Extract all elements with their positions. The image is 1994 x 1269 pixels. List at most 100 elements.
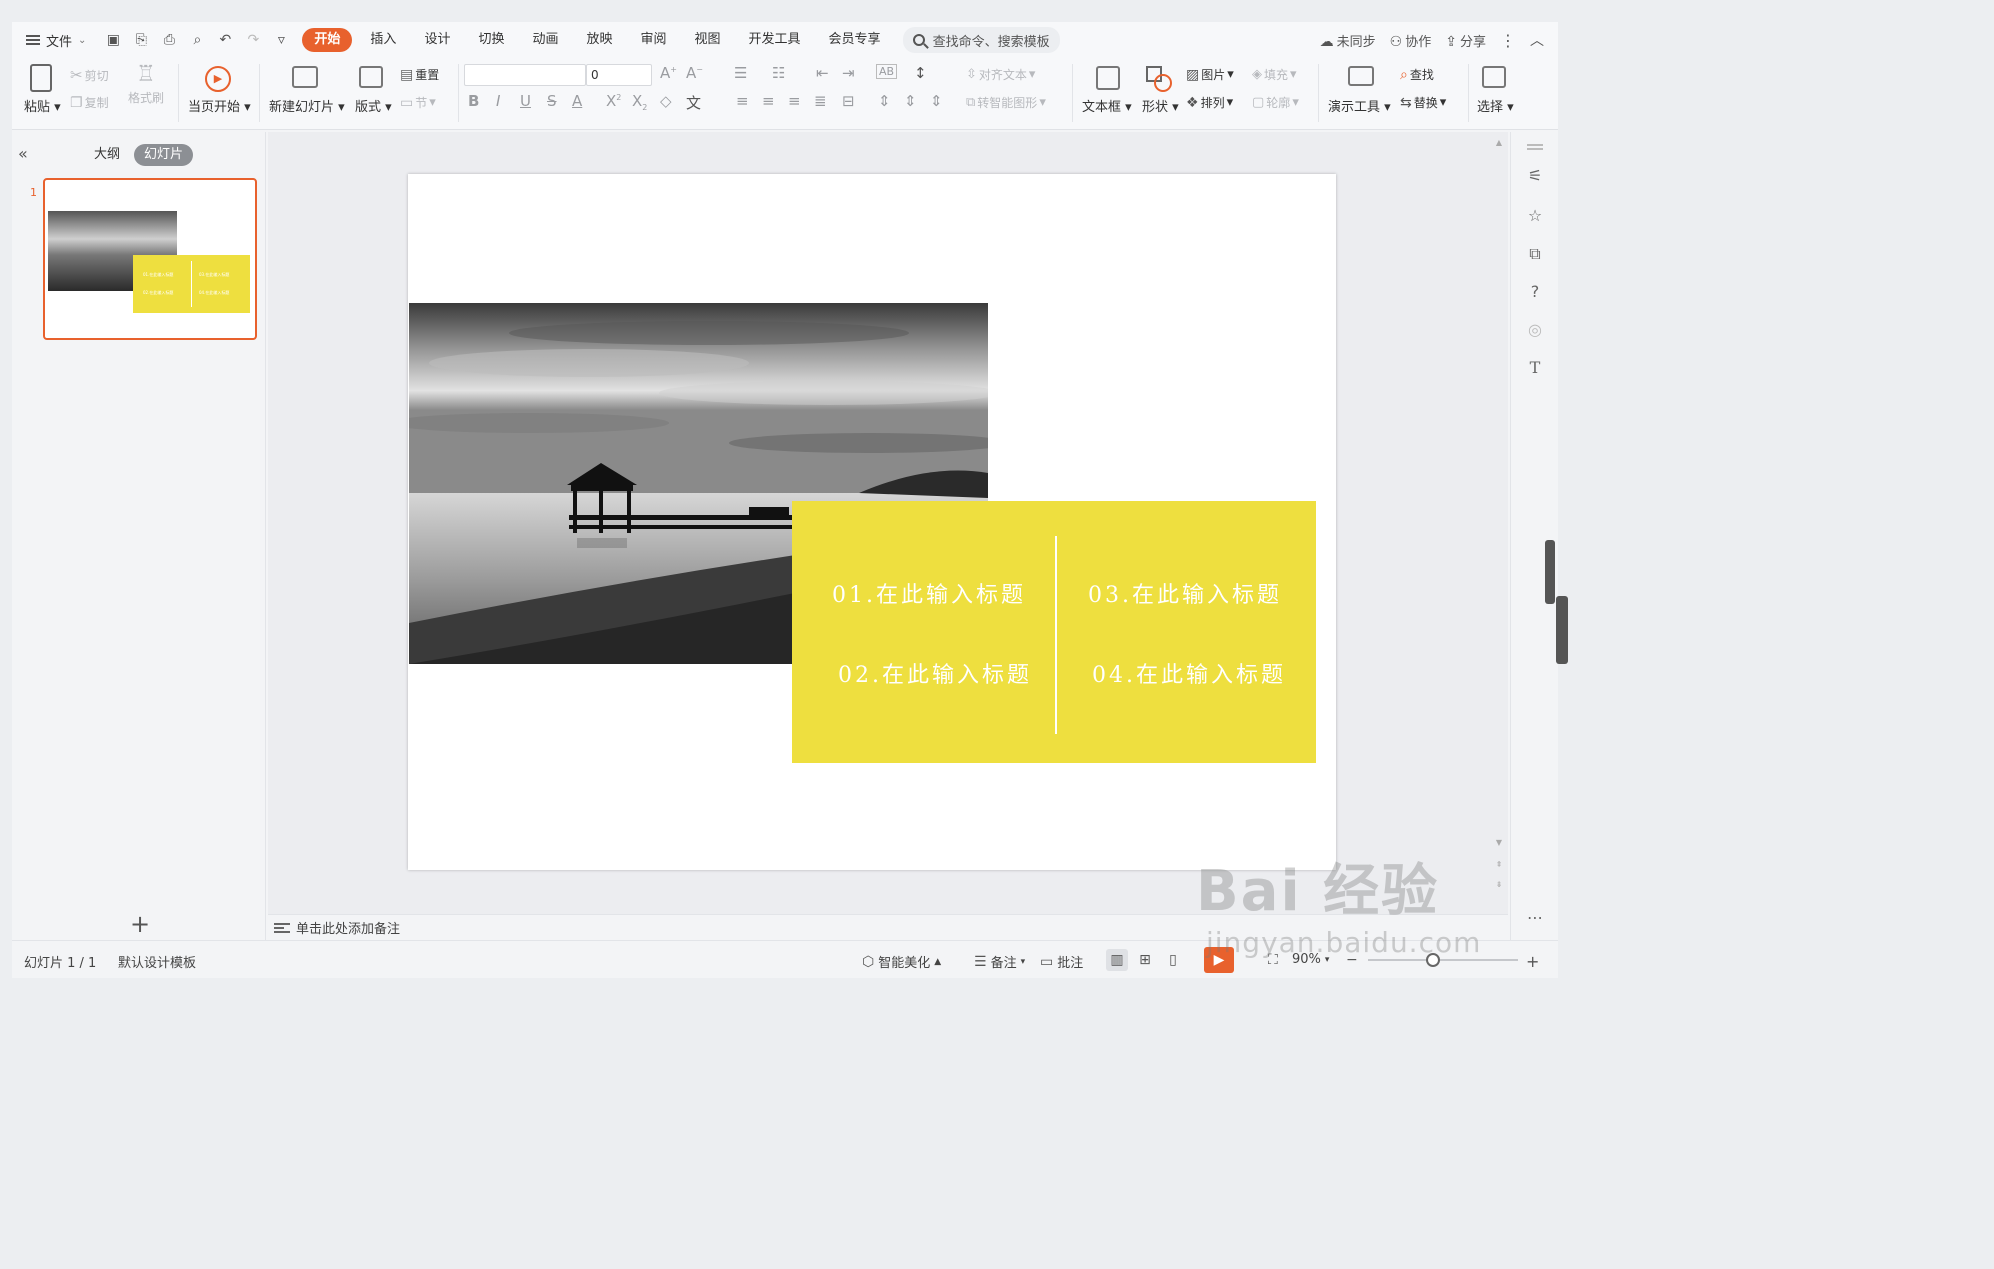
font-family-combo[interactable] — [464, 64, 586, 86]
section-button[interactable]: ▭ 节 ▾ — [400, 94, 436, 111]
file-menu[interactable]: 文件 ⌄ — [26, 31, 86, 50]
layout-icon[interactable] — [359, 66, 383, 88]
tab-home[interactable]: 开始 — [302, 28, 353, 52]
star-icon[interactable]: ☆ — [1525, 206, 1545, 225]
presenter-tools-button[interactable]: 演示工具 ▾ — [1328, 96, 1391, 115]
align-center-icon[interactable]: ≡ — [762, 92, 775, 110]
collapse-ribbon-icon[interactable]: ︿ — [1530, 30, 1544, 50]
tab-design[interactable]: 设计 — [410, 28, 464, 52]
slide[interactable]: 01.在此输入标题 02.在此输入标题 03.在此输入标题 04.在此输入标题 — [408, 174, 1336, 870]
zoom-in-icon[interactable]: + — [1526, 952, 1539, 971]
select-button[interactable]: 选择 ▾ — [1477, 96, 1514, 115]
paragraph-spacing-icon[interactable]: ⇕ — [904, 92, 917, 110]
normal-view-icon[interactable]: ▥ — [1106, 949, 1128, 971]
tab-review[interactable]: 审阅 — [627, 28, 681, 52]
text-icon[interactable]: T — [1525, 358, 1545, 377]
align-text-button[interactable]: ⇳ 对齐文本 ▾ — [966, 66, 1035, 83]
arrange-button[interactable]: ❖ 排列 ▾ — [1186, 94, 1233, 111]
agenda-title-4[interactable]: 04.在此输入标题 — [1092, 657, 1286, 689]
tab-developer[interactable]: 开发工具 — [735, 28, 815, 52]
customize-icon[interactable]: ▿ — [272, 32, 290, 48]
play-from-current-button[interactable]: 当页开始 ▾ — [188, 96, 251, 115]
tab-animations[interactable]: 动画 — [518, 28, 572, 52]
agenda-title-2[interactable]: 02.在此输入标题 — [838, 657, 1032, 689]
save-icon[interactable]: ▣ — [104, 32, 122, 48]
paste-icon[interactable] — [30, 64, 52, 92]
reset-button[interactable]: ▤ 重置 — [400, 66, 439, 83]
convert-smartart-button[interactable]: ⧉ 转智能图形 ▾ — [966, 94, 1046, 111]
edge-scroll-handle[interactable] — [1556, 596, 1568, 664]
help-icon[interactable]: ? — [1525, 282, 1545, 301]
agenda-title-3[interactable]: 03.在此输入标题 — [1088, 577, 1282, 609]
shape-icon[interactable] — [1146, 64, 1174, 92]
increase-indent-icon[interactable]: ⇥ — [842, 64, 855, 82]
align-left-icon[interactable]: ≡ — [736, 92, 749, 110]
new-slide-icon[interactable] — [292, 66, 318, 88]
play-icon[interactable]: ▶ — [205, 66, 231, 92]
collaborate-button[interactable]: ⚇ 协作 — [1390, 31, 1432, 50]
select-icon[interactable] — [1482, 66, 1506, 88]
grow-font-icon[interactable]: A+ — [660, 64, 677, 82]
font-size-combo[interactable]: 0 — [586, 64, 652, 86]
align-right-icon[interactable]: ≡ — [788, 92, 801, 110]
decrease-indent-icon[interactable]: ⇤ — [816, 64, 829, 82]
columns-icon[interactable]: ⇕ — [930, 92, 943, 110]
scroll-down-icon[interactable]: ▼ — [1494, 838, 1504, 847]
undo-icon[interactable]: ↶ — [216, 32, 234, 48]
collapse-panel-icon[interactable]: « — [18, 144, 28, 163]
more-horizontal-icon[interactable]: ⋯ — [1525, 908, 1545, 927]
find-button[interactable]: ⌕ 查找 — [1400, 66, 1434, 83]
agenda-title-1[interactable]: 01.在此输入标题 — [832, 577, 1026, 609]
scroll-up-icon[interactable]: ▲ — [1494, 138, 1504, 147]
textbox-button[interactable]: 文本框 ▾ — [1082, 96, 1132, 115]
picture-button[interactable]: ▨ 图片 ▾ — [1186, 66, 1234, 83]
prev-slide-icon[interactable]: ⇞ — [1494, 860, 1504, 869]
lightbulb-icon[interactable]: ◎ — [1525, 320, 1545, 339]
edge-scroll-handle[interactable] — [1545, 540, 1555, 604]
tab-insert[interactable]: 插入 — [356, 28, 410, 52]
output-pdf-icon[interactable]: ⎘ — [132, 32, 150, 48]
text-direction-icon[interactable]: AB — [876, 64, 898, 79]
more-vertical-icon[interactable]: ⋮ — [1500, 31, 1516, 50]
zoom-slider[interactable] — [1368, 953, 1518, 967]
add-slide-icon[interactable]: + — [130, 910, 150, 938]
superscript-icon[interactable]: X2 — [606, 92, 621, 110]
distributed-icon[interactable]: ⊟ — [842, 92, 855, 110]
redo-icon[interactable]: ↷ — [244, 32, 262, 48]
phonetic-icon[interactable]: 文 — [686, 92, 701, 113]
tab-transitions[interactable]: 切换 — [464, 28, 518, 52]
italic-icon[interactable]: I — [496, 92, 500, 110]
transition-icon[interactable]: ⧉ — [1525, 244, 1545, 264]
print-preview-icon[interactable]: ⌕ — [188, 32, 206, 48]
tab-slideshow[interactable]: 放映 — [572, 28, 626, 52]
reading-view-icon[interactable]: ▯ — [1162, 949, 1184, 971]
tab-slides[interactable]: 幻灯片 — [134, 144, 194, 166]
presenter-tools-icon[interactable] — [1348, 66, 1374, 86]
bold-icon[interactable]: B — [468, 92, 479, 110]
format-painter-button[interactable]: ♖ 格式刷 — [128, 62, 164, 106]
tab-outline[interactable]: 大纲 — [84, 144, 130, 166]
new-slide-button[interactable]: 新建幻灯片 ▾ — [269, 96, 345, 115]
share-button[interactable]: ⇪ 分享 — [1445, 31, 1486, 50]
line-spacing-icon[interactable]: ⇕ — [878, 92, 891, 110]
outline-button[interactable]: ▢ 轮廓 ▾ — [1252, 94, 1299, 111]
layout-button[interactable]: 版式 ▾ — [355, 96, 392, 115]
font-color-icon[interactable]: A — [572, 92, 582, 110]
print-icon[interactable]: ⎙ — [160, 32, 178, 48]
cut-button[interactable]: ✂ 剪切 — [70, 66, 109, 84]
fill-button[interactable]: ◈ 填充 ▾ — [1252, 66, 1297, 83]
sync-button[interactable]: ☁ 未同步 — [1320, 31, 1376, 50]
tab-member[interactable]: 会员专享 — [815, 28, 895, 52]
clear-format-icon[interactable]: ◇ — [660, 92, 672, 110]
properties-icon[interactable]: ⚟ — [1525, 166, 1545, 185]
tab-view[interactable]: 视图 — [681, 28, 735, 52]
textbox-icon[interactable] — [1096, 66, 1120, 90]
agenda-box[interactable]: 01.在此输入标题 02.在此输入标题 03.在此输入标题 04.在此输入标题 — [792, 501, 1316, 763]
replace-button[interactable]: ⇆ 替换 ▾ — [1400, 94, 1446, 111]
bullets-icon[interactable]: ☰ — [734, 64, 747, 82]
copy-button[interactable]: ❐ 复制 — [70, 94, 109, 111]
smart-beautify-button[interactable]: ⬡ 智能美化 ▲ — [862, 952, 941, 972]
notes-button[interactable]: ☰ 备注 ▾ — [974, 952, 1025, 972]
vertical-scrollbar[interactable]: ▲ ▼ ⇞ ⇟ — [1494, 138, 1504, 898]
command-search[interactable]: 查找命令、搜索模板 — [902, 27, 1060, 53]
